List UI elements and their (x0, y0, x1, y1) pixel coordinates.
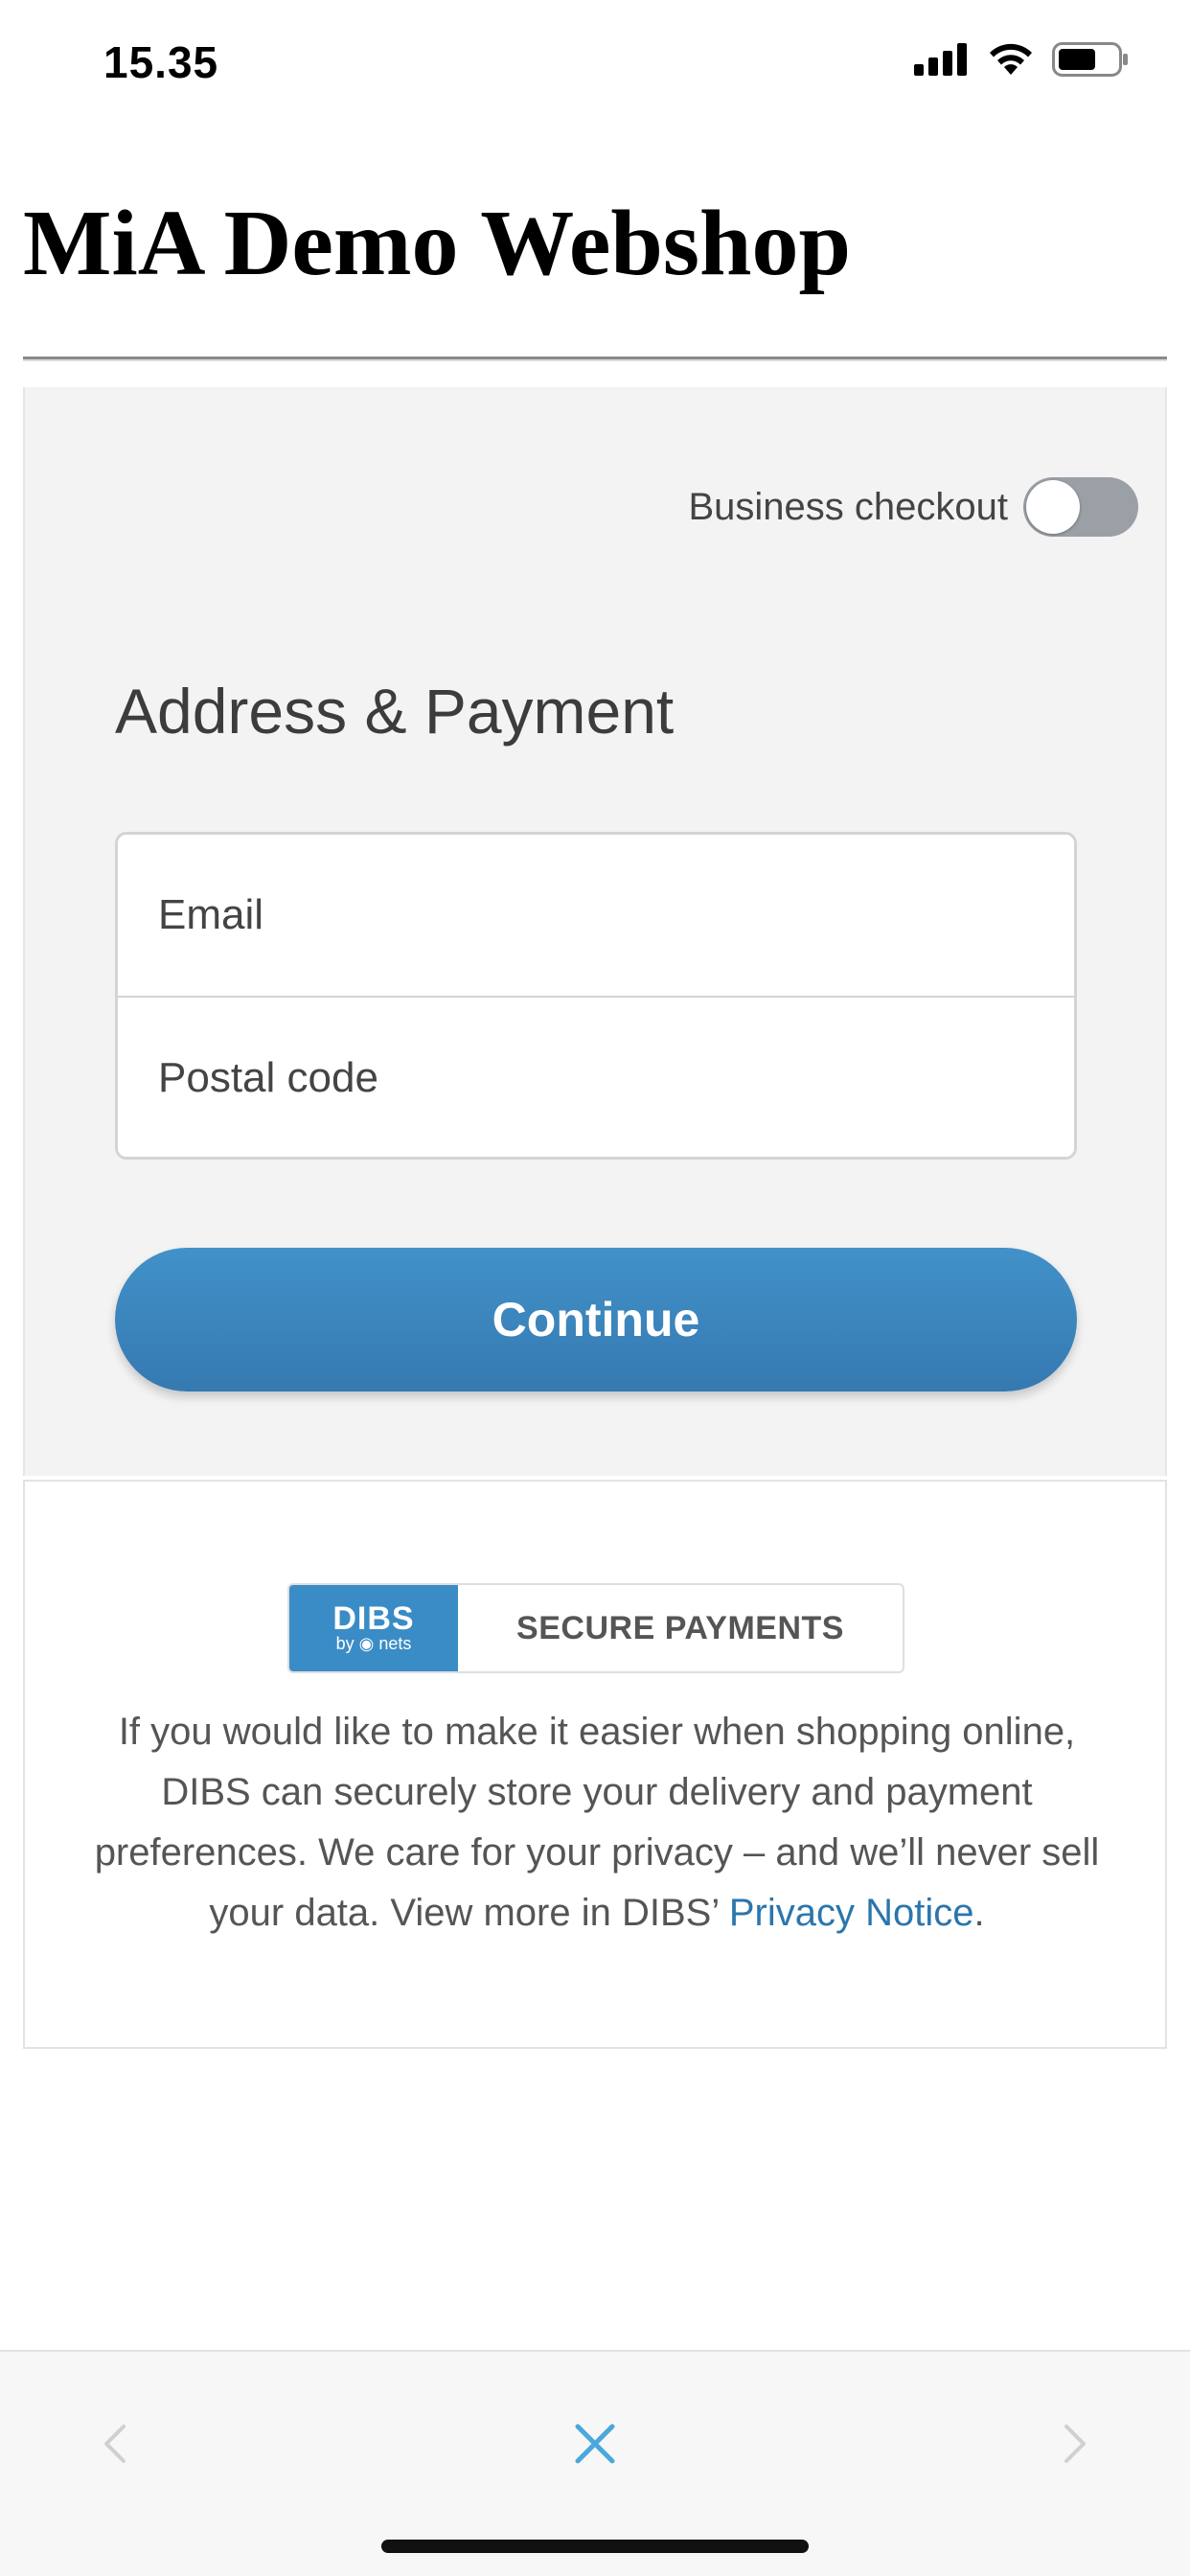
home-indicator (381, 2540, 809, 2553)
chevron-left-icon (104, 2425, 126, 2463)
close-button[interactable] (566, 2415, 624, 2472)
dibs-info-panel: DIBS by ◉ nets SECURE PAYMENTS If you wo… (23, 1480, 1167, 2049)
dibs-logo-text: DIBS (332, 1600, 415, 1637)
continue-button[interactable]: Continue (115, 1248, 1077, 1392)
postal-code-field[interactable] (118, 998, 1074, 1157)
cellular-signal-icon (914, 43, 967, 76)
status-icons (914, 42, 1129, 77)
status-time: 15.35 (103, 37, 219, 87)
bottom-toolbar (0, 2350, 1190, 2576)
secure-payments-label: SECURE PAYMENTS (516, 1609, 844, 1646)
title-divider-shadow (23, 359, 1167, 361)
status-bar: 15.35 (0, 0, 1190, 125)
email-field[interactable] (118, 835, 1074, 996)
business-checkout-toggle[interactable] (1023, 477, 1138, 537)
dibs-secure-payments-badge: DIBS by ◉ nets SECURE PAYMENTS (287, 1583, 904, 1673)
dibs-logo-subtext: by ◉ nets (335, 1634, 412, 1653)
forward-button[interactable] (1046, 2415, 1104, 2472)
business-checkout-label: Business checkout (688, 485, 1008, 528)
back-button[interactable] (86, 2415, 144, 2472)
wifi-icon (990, 43, 1032, 75)
chevron-right-icon (1064, 2425, 1086, 2463)
business-checkout-row: Business checkout (688, 477, 1138, 537)
close-icon (575, 2424, 615, 2464)
dibs-info-end: . (973, 1892, 985, 1934)
privacy-notice-link[interactable]: Privacy Notice (729, 1892, 974, 1934)
battery-icon (1052, 42, 1128, 77)
page-title: MiA Demo Webshop (23, 192, 851, 295)
dibs-info-text: If you would like to make it easier when… (92, 1702, 1102, 1944)
checkout-panel: Business checkout Address & Payment Cont… (23, 387, 1167, 1476)
dibs-logo: DIBS by ◉ nets (289, 1585, 458, 1671)
address-form (115, 832, 1077, 1160)
address-payment-heading: Address & Payment (115, 676, 675, 747)
toggle-knob (1026, 480, 1080, 534)
